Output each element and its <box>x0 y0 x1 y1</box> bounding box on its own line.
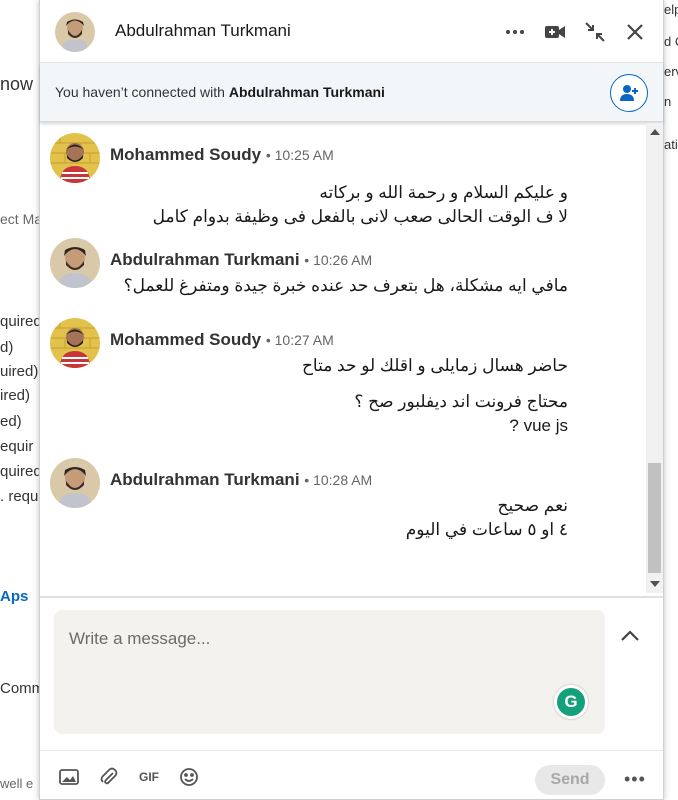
bg-fragment: . requ <box>0 488 39 505</box>
message-text: نعم صحيح <box>497 496 568 515</box>
image-icon[interactable] <box>58 766 80 788</box>
bg-fragment: d) <box>0 339 14 356</box>
avatar[interactable] <box>50 133 100 183</box>
bg-fragment: equir <box>0 438 34 455</box>
bg-fragment: elp <box>664 2 678 17</box>
avatar[interactable] <box>50 238 100 288</box>
bg-fragment: ed) <box>0 413 22 430</box>
scroll-up-arrow[interactable] <box>650 129 660 135</box>
background-page-right <box>663 0 678 800</box>
avatar[interactable] <box>55 12 95 52</box>
chevron-up-icon <box>621 630 639 641</box>
message-timestamp: • 10:28 AM <box>304 472 373 488</box>
bg-link-fragment[interactable]: Aps <box>0 588 28 605</box>
message-text: محتاج فرونت اند ديفلبور صح ؟ <box>354 392 568 411</box>
scrollbar-thumb[interactable] <box>648 463 661 573</box>
sender-name[interactable]: Abdulrahman Turkmani <box>110 470 300 489</box>
avatar[interactable] <box>50 318 100 368</box>
bg-fragment: ect Ma <box>0 211 43 227</box>
message-timestamp: • 10:25 AM <box>265 147 334 163</box>
message-text: و عليكم السلام و رحمة الله و بركاته <box>319 183 568 202</box>
bg-fragment: well e <box>0 776 34 791</box>
message-sender[interactable]: Mohammed Soudy • 10:25 AM <box>110 145 334 165</box>
message-text: ٤ او ٥ ساعات في اليوم <box>405 520 568 539</box>
message-text: vue js ? <box>509 416 568 435</box>
message-text: لا ف الوقت الحالى صعب لانى بالفعل فى وظي… <box>152 207 568 226</box>
grammarly-icon[interactable]: G <box>554 685 588 719</box>
message-sender[interactable]: Mohammed Soudy • 10:27 AM <box>110 330 334 350</box>
gif-icon[interactable]: GIF <box>138 766 160 788</box>
emoji-icon[interactable] <box>178 766 200 788</box>
connection-notice-text: You haven’t connected with Abdulrahman T… <box>55 84 385 100</box>
bg-fragment: now <box>0 74 34 94</box>
notice-prefix: You haven’t connected with <box>55 84 225 100</box>
bg-fragment: n <box>664 94 672 109</box>
close-icon[interactable] <box>623 20 647 44</box>
add-connection-button[interactable] <box>610 74 648 112</box>
avatar[interactable] <box>50 458 100 508</box>
more-options-icon[interactable]: ••• <box>624 769 646 790</box>
bg-fragment: Comm <box>0 680 45 697</box>
sender-name[interactable]: Mohammed Soudy <box>110 145 261 164</box>
message-scrollbar[interactable] <box>646 123 663 593</box>
send-button[interactable]: Send <box>535 765 605 795</box>
message-list[interactable]: Mohammed Soudy • 10:25 AM و عليكم السلام… <box>40 123 646 593</box>
video-call-icon[interactable] <box>543 20 567 44</box>
composer-divider <box>40 596 663 598</box>
message-input[interactable]: Write a message... G <box>54 610 605 734</box>
message-input-placeholder: Write a message... <box>69 629 211 648</box>
bg-fragment: erv <box>664 64 678 79</box>
message-sender[interactable]: Abdulrahman Turkmani • 10:26 AM <box>110 250 372 270</box>
sender-name[interactable]: Abdulrahman Turkmani <box>110 250 300 269</box>
bg-fragment: d C <box>664 34 678 49</box>
scroll-down-arrow[interactable] <box>650 581 660 587</box>
message-timestamp: • 10:26 AM <box>304 252 373 268</box>
more-icon[interactable] <box>503 20 527 44</box>
chat-contact-name[interactable]: Abdulrahman Turkmani <box>115 21 291 41</box>
message-sender[interactable]: Abdulrahman Turkmani • 10:28 AM <box>110 470 372 490</box>
add-person-icon <box>620 85 638 101</box>
notice-contact-name: Abdulrahman Turkmani <box>228 84 385 100</box>
message-text: حاضر هسال زمايلى و اقلك لو حد متاح <box>301 356 568 375</box>
composer-toolbar: GIF Send ••• <box>40 750 663 800</box>
expand-composer-button[interactable] <box>618 626 642 646</box>
message-timestamp: • 10:27 AM <box>265 332 334 348</box>
sender-name[interactable]: Mohammed Soudy <box>110 330 261 349</box>
attachment-icon[interactable] <box>98 766 120 788</box>
bg-fragment: quired <box>0 313 42 330</box>
bg-fragment: uired) <box>0 363 39 380</box>
bg-fragment: quired <box>0 463 42 480</box>
chat-window: Abdulrahman Turkmani You haven’t connect… <box>39 0 664 800</box>
chat-header[interactable]: Abdulrahman Turkmani <box>40 0 663 63</box>
minimize-icon[interactable] <box>583 20 607 44</box>
connection-notice: You haven’t connected with Abdulrahman T… <box>40 63 663 122</box>
bg-fragment: atic <box>664 137 678 152</box>
message-text: مافي ايه مشكلة، هل بتعرف حد عنده خبرة جي… <box>123 276 568 295</box>
bg-fragment: ired) <box>0 387 31 404</box>
